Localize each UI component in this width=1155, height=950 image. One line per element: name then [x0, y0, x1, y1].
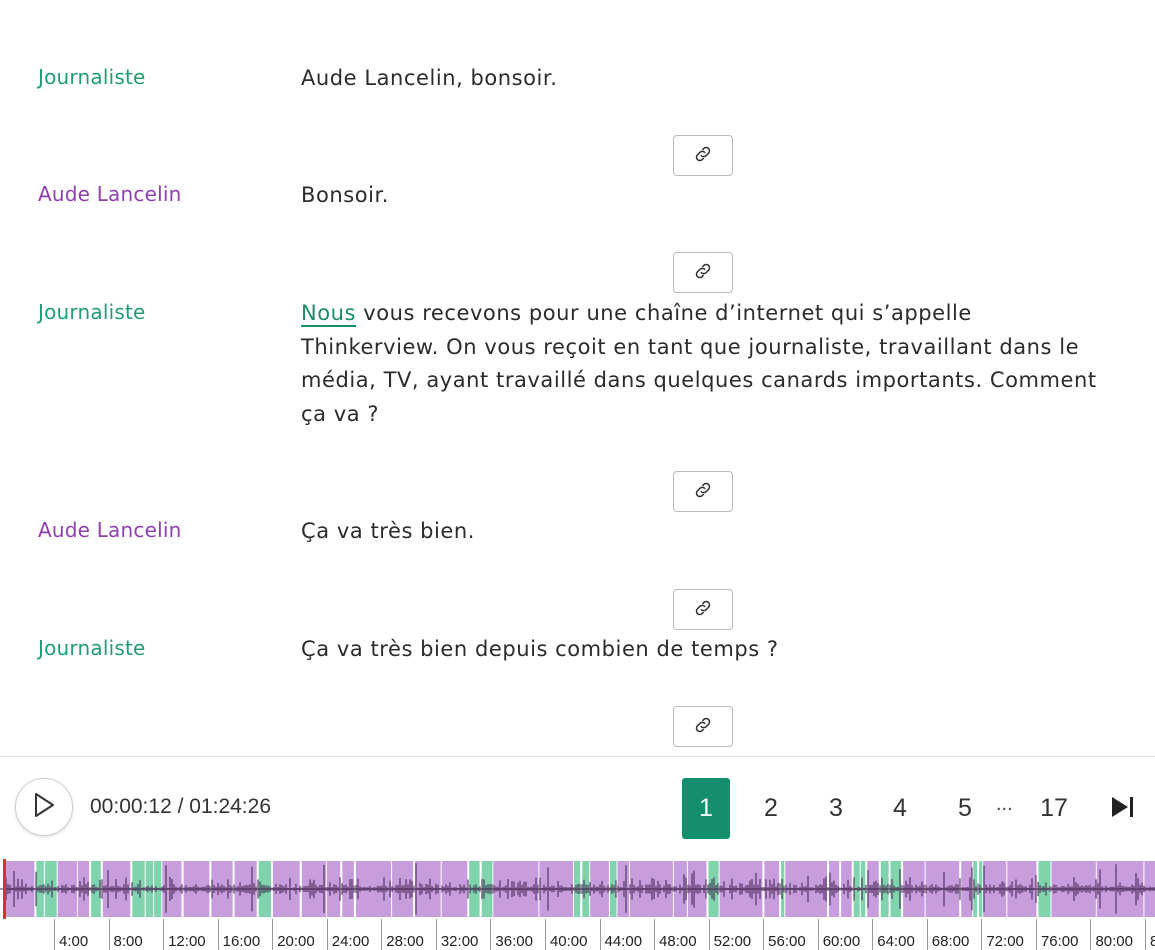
timeline-tick [1090, 919, 1092, 950]
timeline-tick [981, 919, 983, 950]
timeline-tick [1145, 919, 1146, 950]
timeline-tick-label: 8 [1150, 933, 1155, 950]
page-button-3[interactable]: 3 [812, 778, 860, 839]
timeline-tick-label: 48:00 [659, 933, 697, 950]
timeline-tick [1035, 919, 1037, 950]
page-button-2[interactable]: 2 [747, 778, 795, 839]
page-button-5[interactable]: 5 [941, 778, 989, 839]
timeline-tick-label: 12:00 [168, 933, 206, 950]
link-icon [693, 144, 713, 168]
timeline-tick [490, 919, 492, 950]
timeline-tick-label: 68:00 [931, 933, 970, 950]
speaker-name[interactable]: Aude Lancelin [38, 179, 181, 209]
timeline-tick-label: 20:00 [277, 933, 315, 950]
page-button-4[interactable]: 4 [876, 778, 924, 839]
timeline-tick [544, 919, 546, 950]
timeline-tick [817, 919, 819, 950]
timeline-tick [326, 919, 328, 950]
timeline-tick [108, 919, 110, 950]
waveform-timeline[interactable] [0, 859, 1155, 919]
timeline-tick [708, 919, 710, 950]
transcript: Journaliste Aude Lancelin, bonsoir. Aude… [0, 0, 1155, 756]
play-button[interactable] [15, 778, 73, 836]
timeline-tick [54, 919, 55, 950]
timeline-tick-label: 72:00 [986, 933, 1024, 950]
timeline-tick [272, 919, 274, 950]
timeline-tick-label: 32:00 [440, 933, 479, 950]
copy-link-button[interactable] [673, 471, 733, 512]
speaker-name[interactable]: Journaliste [38, 62, 146, 92]
link-icon [693, 480, 713, 504]
copy-link-button[interactable] [673, 706, 733, 747]
timeline-tick [872, 919, 874, 950]
page-button-last[interactable]: 17 [1030, 778, 1078, 839]
utterance-text-rest: vous recevons pour une chaîne d’internet… [301, 301, 1097, 426]
utterance-text[interactable]: Bonsoir. [301, 179, 1101, 213]
pagination-ellipsis: ... [996, 793, 1013, 815]
timeline-tick-label: 16:00 [222, 933, 261, 950]
timeline-tick-label: 24:00 [331, 933, 370, 950]
timeline-tick [763, 919, 765, 950]
copy-link-button[interactable] [673, 589, 733, 630]
skip-to-end-icon [1110, 795, 1136, 823]
link-icon [693, 598, 713, 622]
timeline-tick-label: 40:00 [549, 933, 588, 950]
speaker-name[interactable]: Aude Lancelin [38, 515, 181, 545]
utterance-text[interactable]: Nous vous recevons pour une chaîne d’int… [301, 297, 1101, 431]
time-display: 00:00:12 / 01:24:26 [90, 795, 271, 818]
timeline-tick [381, 919, 383, 950]
utterance-text[interactable]: Aude Lancelin, bonsoir. [301, 62, 1101, 96]
link-icon [693, 715, 713, 739]
timeline-tick [654, 919, 656, 950]
speaker-name[interactable]: Journaliste [38, 633, 146, 663]
timeline-tick-label: 36:00 [495, 933, 533, 950]
timeline-tick [599, 919, 601, 950]
timeline-tick-label: 76:00 [1040, 933, 1079, 950]
timeline-tick-label: 52:00 [713, 933, 752, 950]
timeline-ruler: 4:00 8:00 12:00 16:00 20:00 24:00 28:00 32:00 36… [0, 919, 1155, 950]
timeline-tick-label: 44:00 [604, 933, 643, 950]
timeline-tick-label: 28:00 [386, 933, 424, 950]
timeline-tick-label: 8:00 [113, 933, 143, 950]
copy-link-button[interactable] [673, 135, 733, 176]
play-icon [31, 791, 57, 823]
playhead [3, 859, 6, 919]
audio-player: 00:00:12 / 01:24:26 1 2 3 4 5 ... 17 4:0… [0, 756, 1155, 950]
timeline-tick-label: 80:00 [1095, 933, 1133, 950]
current-word[interactable]: Nous [301, 301, 357, 327]
link-icon [693, 261, 713, 285]
last-page-button[interactable] [1100, 789, 1146, 829]
utterance-text[interactable]: Ça va très bien depuis combien de temps … [301, 633, 1101, 667]
timeline-tick [435, 919, 437, 950]
timeline-tick-label: 64:00 [877, 933, 915, 950]
speaker-name[interactable]: Journaliste [38, 297, 146, 327]
page-button-1[interactable]: 1 [682, 778, 730, 839]
timeline-tick-label: 56:00 [768, 933, 806, 950]
timeline-tick [163, 919, 165, 950]
timeline-tick-label: 4:00 [59, 933, 89, 950]
utterance-text[interactable]: Ça va très bien. [301, 515, 1101, 549]
timeline-tick-label: 60:00 [822, 933, 861, 950]
timeline-tick [217, 919, 219, 950]
copy-link-button[interactable] [673, 252, 733, 293]
timeline-tick [926, 919, 928, 950]
